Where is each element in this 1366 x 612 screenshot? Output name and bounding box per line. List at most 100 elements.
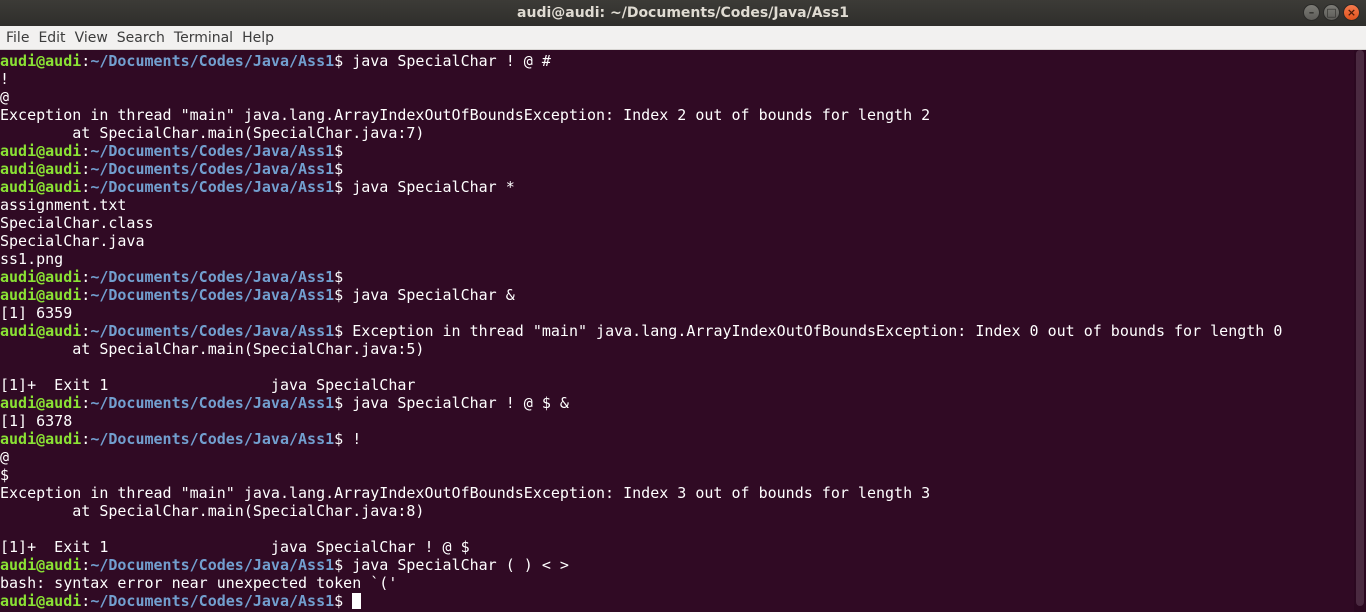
- prompt-symbol: $: [334, 160, 344, 178]
- title-bar: audi@audi: ~/Documents/Codes/Java/Ass1 –…: [0, 0, 1366, 26]
- output-line: at SpecialChar.main(SpecialChar.java:5): [0, 340, 425, 358]
- window-controls: – □ ×: [1303, 4, 1360, 21]
- terminal-output[interactable]: audi@audi:~/Documents/Codes/Java/Ass1$ j…: [0, 50, 1354, 612]
- menu-terminal[interactable]: Terminal: [174, 26, 233, 50]
- prompt-line: audi@audi:~/Documents/Codes/Java/Ass1$ j…: [0, 52, 1354, 70]
- output-line: at SpecialChar.main(SpecialChar.java:7): [0, 124, 425, 142]
- prompt-colon: :: [81, 322, 91, 340]
- output-line: bash: syntax error near unexpected token…: [0, 574, 398, 592]
- output-line: @: [0, 448, 10, 466]
- prompt-user: audi@audi: [0, 394, 82, 412]
- prompt-line: audi@audi:~/Documents/Codes/Java/Ass1$ !: [0, 430, 1354, 448]
- text-cursor: [352, 593, 362, 609]
- prompt-symbol: $: [334, 286, 344, 304]
- prompt-path: ~/Documents/Codes/Java/Ass1: [90, 160, 335, 178]
- prompt-colon: :: [81, 268, 91, 286]
- prompt-line: audi@audi:~/Documents/Codes/Java/Ass1$ j…: [0, 286, 1354, 304]
- prompt-user: audi@audi: [0, 430, 82, 448]
- prompt-user: audi@audi: [0, 592, 82, 610]
- output-line: SpecialChar.class: [0, 214, 154, 232]
- prompt-path: ~/Documents/Codes/Java/Ass1: [90, 394, 335, 412]
- prompt-symbol: $: [334, 52, 344, 70]
- prompt-colon: :: [81, 394, 91, 412]
- prompt-user: audi@audi: [0, 142, 82, 160]
- prompt-colon: :: [81, 178, 91, 196]
- prompt-symbol: $: [334, 592, 344, 610]
- menu-edit[interactable]: Edit: [38, 26, 65, 50]
- prompt-user: audi@audi: [0, 322, 82, 340]
- maximize-icon[interactable]: □: [1323, 4, 1340, 21]
- prompt-path: ~/Documents/Codes/Java/Ass1: [90, 322, 335, 340]
- window-title: audi@audi: ~/Documents/Codes/Java/Ass1: [517, 5, 849, 21]
- output-line: assignment.txt: [0, 196, 127, 214]
- command-text: [343, 592, 352, 610]
- prompt-colon: :: [81, 52, 91, 70]
- scrollbar-thumb[interactable]: [1356, 50, 1364, 606]
- prompt-user: audi@audi: [0, 268, 82, 286]
- command-text: !: [343, 430, 362, 448]
- prompt-symbol: $: [334, 430, 344, 448]
- command-text: java SpecialChar &: [343, 286, 515, 304]
- command-text: java SpecialChar ( ) < >: [343, 556, 569, 574]
- scrollbar[interactable]: [1354, 50, 1366, 612]
- prompt-user: audi@audi: [0, 556, 82, 574]
- output-line: at SpecialChar.main(SpecialChar.java:8): [0, 502, 425, 520]
- prompt-user: audi@audi: [0, 286, 82, 304]
- output-line: [1] 6378: [0, 412, 73, 430]
- output-line: [1]+ Exit 1 java SpecialChar: [0, 376, 416, 394]
- prompt-line: audi@audi:~/Documents/Codes/Java/Ass1$ E…: [0, 322, 1354, 340]
- command-text: Exception in thread "main" java.lang.Arr…: [343, 322, 1283, 340]
- prompt-symbol: $: [334, 178, 344, 196]
- prompt-line: audi@audi:~/Documents/Codes/Java/Ass1$: [0, 160, 1354, 178]
- prompt-path: ~/Documents/Codes/Java/Ass1: [90, 268, 335, 286]
- prompt-line: audi@audi:~/Documents/Codes/Java/Ass1$ j…: [0, 556, 1354, 574]
- menu-help[interactable]: Help: [242, 26, 274, 50]
- output-line: [1]+ Exit 1 java SpecialChar ! @ $: [0, 538, 470, 556]
- prompt-line: audi@audi:~/Documents/Codes/Java/Ass1$: [0, 142, 1354, 160]
- prompt-line: audi@audi:~/Documents/Codes/Java/Ass1$: [0, 268, 1354, 286]
- prompt-path: ~/Documents/Codes/Java/Ass1: [90, 430, 335, 448]
- output-line: @: [0, 88, 10, 106]
- menu-file[interactable]: File: [6, 26, 29, 50]
- prompt-line: audi@audi:~/Documents/Codes/Java/Ass1$ j…: [0, 394, 1354, 412]
- close-icon[interactable]: ×: [1343, 4, 1360, 21]
- prompt-colon: :: [81, 142, 91, 160]
- menu-bar: File Edit View Search Terminal Help: [0, 26, 1366, 50]
- output-line: $: [0, 466, 10, 484]
- prompt-path: ~/Documents/Codes/Java/Ass1: [90, 556, 335, 574]
- prompt-symbol: $: [334, 394, 344, 412]
- prompt-colon: :: [81, 160, 91, 178]
- prompt-path: ~/Documents/Codes/Java/Ass1: [90, 286, 335, 304]
- output-line: ss1.png: [0, 250, 64, 268]
- prompt-colon: :: [81, 592, 91, 610]
- prompt-colon: :: [81, 286, 91, 304]
- prompt-line: audi@audi:~/Documents/Codes/Java/Ass1$ j…: [0, 178, 1354, 196]
- command-text: java SpecialChar ! @ $ &: [343, 394, 569, 412]
- command-text: java SpecialChar ! @ #: [343, 52, 551, 70]
- prompt-user: audi@audi: [0, 160, 82, 178]
- output-line: SpecialChar.java: [0, 232, 145, 250]
- prompt-path: ~/Documents/Codes/Java/Ass1: [90, 178, 335, 196]
- prompt-line: audi@audi:~/Documents/Codes/Java/Ass1$: [0, 592, 1354, 610]
- prompt-colon: :: [81, 430, 91, 448]
- prompt-symbol: $: [334, 142, 344, 160]
- output-line: Exception in thread "main" java.lang.Arr…: [0, 106, 931, 124]
- prompt-user: audi@audi: [0, 52, 82, 70]
- prompt-symbol: $: [334, 556, 344, 574]
- output-line: !: [0, 70, 10, 88]
- prompt-symbol: $: [334, 322, 344, 340]
- output-line: Exception in thread "main" java.lang.Arr…: [0, 484, 931, 502]
- command-text: java SpecialChar *: [343, 178, 515, 196]
- prompt-user: audi@audi: [0, 178, 82, 196]
- output-line: [1] 6359: [0, 304, 73, 322]
- prompt-path: ~/Documents/Codes/Java/Ass1: [90, 592, 335, 610]
- prompt-colon: :: [81, 556, 91, 574]
- prompt-path: ~/Documents/Codes/Java/Ass1: [90, 142, 335, 160]
- menu-view[interactable]: View: [75, 26, 108, 50]
- prompt-symbol: $: [334, 268, 344, 286]
- minimize-icon[interactable]: –: [1303, 4, 1320, 21]
- menu-search[interactable]: Search: [117, 26, 165, 50]
- prompt-path: ~/Documents/Codes/Java/Ass1: [90, 52, 335, 70]
